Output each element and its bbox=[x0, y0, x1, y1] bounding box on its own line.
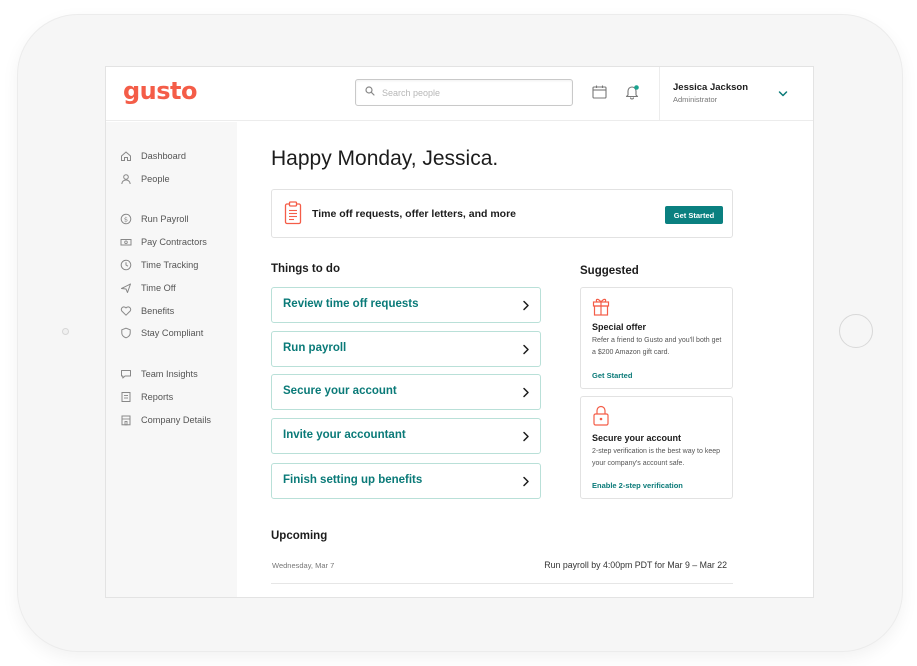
chevron-right-icon bbox=[523, 300, 529, 311]
chevron-right-icon bbox=[523, 476, 529, 487]
sidebar-item-label: Time Tracking bbox=[141, 260, 199, 270]
special-offer-get-started-link[interactable]: Get Started bbox=[592, 371, 632, 380]
todo-secure-account[interactable]: Secure your account bbox=[271, 374, 541, 410]
heart-icon bbox=[120, 306, 132, 316]
sidebar: Dashboard People $ Run Payroll Pay Contr… bbox=[106, 122, 237, 597]
upcoming-title: Upcoming bbox=[271, 530, 328, 542]
todo-finish-benefits[interactable]: Finish setting up benefits bbox=[271, 463, 541, 499]
home-icon bbox=[121, 151, 131, 161]
user-role: Administrator bbox=[673, 95, 718, 104]
sidebar-item-label: Company Details bbox=[141, 415, 211, 425]
sidebar-item-label: Pay Contractors bbox=[141, 237, 207, 247]
chevron-right-icon bbox=[523, 431, 529, 442]
sidebar-item-team-insights[interactable]: Team Insights bbox=[120, 366, 198, 382]
banner-text: Time off requests, offer letters, and mo… bbox=[312, 208, 517, 220]
suggested-title: Suggested bbox=[580, 265, 639, 277]
sidebar-item-stay-compliant[interactable]: Stay Compliant bbox=[120, 325, 203, 341]
sidebar-item-label: Benefits bbox=[141, 306, 175, 316]
card-body: 2-step verification is the best way to k… bbox=[592, 448, 721, 467]
lock-icon bbox=[593, 405, 609, 426]
search-icon bbox=[365, 86, 375, 96]
header-divider bbox=[659, 67, 660, 121]
top-header: gusto Jessica Jackson Administrator bbox=[106, 67, 813, 121]
calendar-icon[interactable] bbox=[592, 85, 607, 99]
sidebar-item-time-off[interactable]: Time Off bbox=[120, 280, 176, 296]
search-box[interactable] bbox=[355, 79, 573, 106]
svg-text:$: $ bbox=[124, 216, 128, 224]
upcoming-description[interactable]: Run payroll by 4:00pm PDT for Mar 9 – Ma… bbox=[544, 560, 727, 570]
sidebar-item-label: Time Off bbox=[141, 283, 176, 293]
chevron-right-icon bbox=[523, 387, 529, 398]
gusto-logo[interactable]: gusto bbox=[123, 77, 198, 105]
todo-invite-accountant[interactable]: Invite your accountant bbox=[271, 418, 541, 454]
sidebar-item-label: Reports bbox=[141, 392, 174, 402]
sidebar-item-pay-contractors[interactable]: Pay Contractors bbox=[120, 234, 207, 250]
todo-review-time-off[interactable]: Review time off requests bbox=[271, 287, 541, 323]
sidebar-item-company-details[interactable]: Company Details bbox=[120, 412, 211, 428]
todo-label: Finish setting up benefits bbox=[283, 474, 423, 486]
sidebar-item-time-tracking[interactable]: Time Tracking bbox=[120, 257, 198, 273]
sidebar-item-reports[interactable]: Reports bbox=[120, 389, 173, 405]
shield-icon bbox=[121, 327, 131, 339]
sidebar-item-label: Stay Compliant bbox=[141, 328, 204, 338]
sidebar-item-benefits[interactable]: Benefits bbox=[120, 303, 174, 319]
chat-icon bbox=[121, 370, 131, 379]
tablet-camera bbox=[62, 328, 69, 335]
page-greeting: Happy Monday, Jessica. bbox=[271, 147, 499, 170]
upcoming-date: Wednesday, Mar 7 bbox=[272, 561, 335, 570]
sidebar-item-label: Dashboard bbox=[141, 151, 186, 161]
enable-2-step-verification-link[interactable]: Enable 2-step verification bbox=[592, 481, 683, 490]
get-started-button[interactable]: Get Started bbox=[665, 206, 723, 224]
chevron-right-icon bbox=[523, 344, 529, 355]
todo-label: Review time off requests bbox=[283, 298, 419, 310]
card-body: Refer a friend to Gusto and you'll both … bbox=[592, 337, 722, 356]
notification-bell-icon[interactable] bbox=[624, 84, 640, 100]
clock-icon bbox=[120, 259, 132, 271]
clipboard-icon bbox=[284, 201, 302, 225]
dollar-circle-icon: $ bbox=[120, 213, 132, 225]
todo-label: Invite your accountant bbox=[283, 429, 406, 441]
things-to-do-title: Things to do bbox=[271, 263, 340, 275]
person-icon bbox=[121, 174, 131, 185]
todo-run-payroll[interactable]: Run payroll bbox=[271, 331, 541, 367]
building-icon bbox=[121, 415, 131, 426]
sidebar-item-people[interactable]: People bbox=[120, 171, 170, 187]
todo-label: Secure your account bbox=[283, 385, 397, 397]
promo-banner: Time off requests, offer letters, and mo… bbox=[271, 189, 733, 238]
todo-label: Run payroll bbox=[283, 342, 347, 354]
gift-icon bbox=[592, 298, 610, 316]
secure-account-card: Secure your account 2-step verification … bbox=[580, 396, 733, 499]
search-input[interactable] bbox=[382, 84, 562, 101]
special-offer-card: Special offer Refer a friend to Gusto an… bbox=[580, 287, 733, 389]
app-screen: gusto Jessica Jackson Administrator bbox=[105, 66, 814, 598]
sidebar-item-label: Team Insights bbox=[141, 369, 198, 379]
sidebar-item-run-payroll[interactable]: $ Run Payroll bbox=[120, 211, 189, 227]
report-icon bbox=[121, 392, 131, 402]
sidebar-item-label: Run Payroll bbox=[141, 214, 189, 224]
chevron-down-icon[interactable] bbox=[778, 90, 788, 98]
plane-icon bbox=[121, 283, 131, 293]
cash-icon bbox=[120, 239, 132, 246]
card-title: Special offer bbox=[592, 322, 647, 332]
user-name[interactable]: Jessica Jackson bbox=[673, 82, 748, 93]
sidebar-item-label: People bbox=[141, 174, 170, 184]
sidebar-item-dashboard[interactable]: Dashboard bbox=[120, 148, 186, 164]
card-title: Secure your account bbox=[592, 433, 682, 443]
upcoming-divider bbox=[271, 583, 733, 584]
tablet-home-button bbox=[839, 314, 873, 348]
